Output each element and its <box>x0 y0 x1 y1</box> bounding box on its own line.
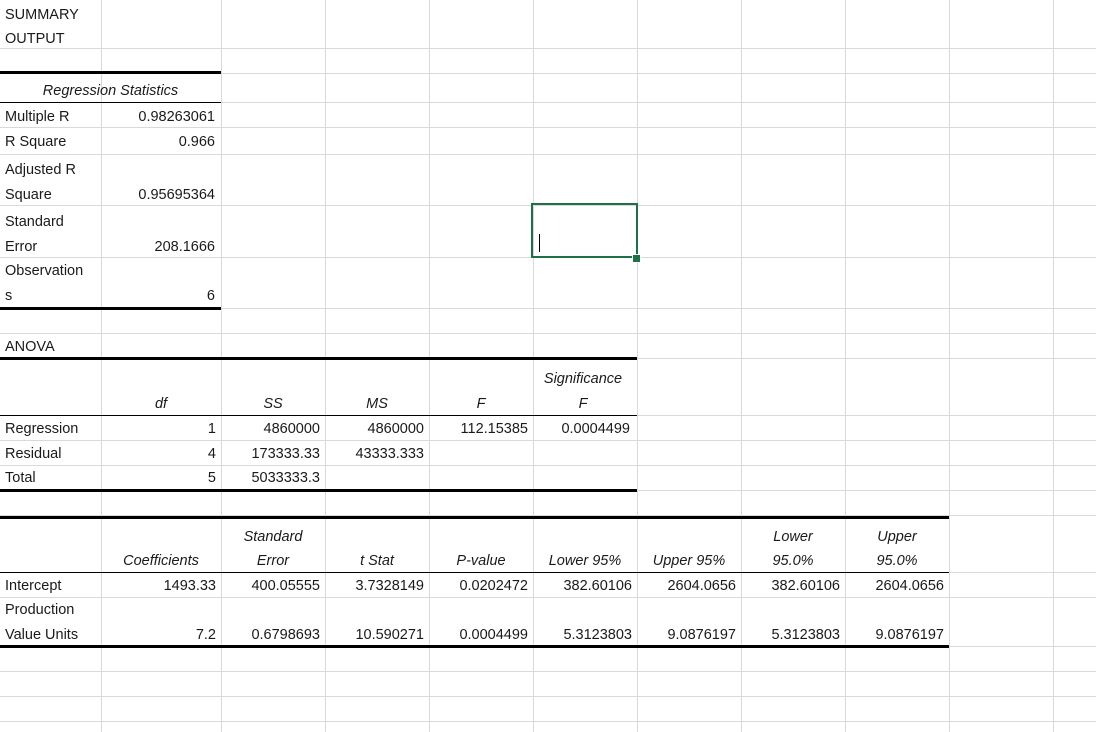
coef-row-production-upper-95: 9.0876197 <box>667 627 736 643</box>
regstats-label-multiple-r: Multiple R <box>5 109 70 125</box>
gridline-horizontal <box>0 333 1096 334</box>
gridline-vertical <box>533 0 534 732</box>
gridline-vertical <box>1053 0 1054 732</box>
coef-row-intercept-coefficient: 1493.33 <box>163 578 216 594</box>
coef-row-intercept-upper-95: 2604.0656 <box>667 578 736 594</box>
gridline-vertical <box>429 0 430 732</box>
anova-row-residual-ms: 43333.333 <box>355 446 424 462</box>
coef-row-intercept-std-error: 400.05555 <box>251 578 320 594</box>
active-cell[interactable] <box>531 203 638 258</box>
summary-title-line1: SUMMARY <box>5 7 79 23</box>
coef-header-rule <box>0 572 949 573</box>
regstats-value-adjusted-r: 0.95695364 <box>138 187 215 203</box>
regstats-value-std-error: 208.1666 <box>154 239 215 255</box>
regstats-label-observations-line1: Observation <box>5 263 84 279</box>
gridline-vertical <box>101 0 102 732</box>
regstats-label-std-error-line1: Standard <box>5 214 64 230</box>
coef-row-production-p-value: 0.0004499 <box>459 627 528 643</box>
anova-row-regression-ss: 4860000 <box>263 421 320 437</box>
anova-header-df: df <box>154 396 168 412</box>
anova-row-regression-label: Regression <box>5 421 79 437</box>
coef-bottom-rule <box>0 645 949 648</box>
text-cursor <box>539 234 540 252</box>
coef-row-production-t-stat: 10.590271 <box>355 627 424 643</box>
gridline-vertical <box>949 0 950 732</box>
regstats-value-observations: 6 <box>206 288 215 304</box>
gridline-horizontal <box>0 465 1096 466</box>
coef-header-upper-950-line2: 95.0% <box>876 553 918 569</box>
anova-row-residual-df: 4 <box>207 446 216 462</box>
coef-row-production-upper-950: 9.0876197 <box>875 627 944 643</box>
summary-title-line2: OUTPUT <box>5 31 65 47</box>
gridline-vertical <box>221 0 222 732</box>
coef-row-production-lower-950: 5.3123803 <box>771 627 840 643</box>
coef-row-intercept-t-stat: 3.7328149 <box>355 578 424 594</box>
anova-header-rule <box>0 415 637 416</box>
regstats-label-observations-line2: s <box>5 288 13 304</box>
coef-header-lower-950-line2: 95.0% <box>772 553 814 569</box>
coef-row-intercept-upper-950: 2604.0656 <box>875 578 944 594</box>
coef-header-p-value: P-value <box>456 553 506 569</box>
anova-row-regression-f: 112.15385 <box>460 421 528 437</box>
coef-header-upper-950-line1: Upper <box>877 529 917 545</box>
coef-header-lower-95: Lower 95% <box>548 553 622 569</box>
anova-row-total-label: Total <box>5 470 36 486</box>
anova-row-regression-ms: 4860000 <box>367 421 424 437</box>
anova-header-significance-line1: Significance <box>543 371 623 387</box>
regstats-value-r-square: 0.966 <box>178 134 215 150</box>
gridline-horizontal <box>0 440 1096 441</box>
coef-row-intercept-lower-95: 382.60106 <box>563 578 632 594</box>
anova-row-total-ss: 5033333.3 <box>251 470 320 486</box>
anova-header-f: F <box>476 396 486 412</box>
coef-row-production-label-line2: Value Units <box>5 627 79 643</box>
anova-top-rule <box>0 357 637 360</box>
anova-bottom-rule <box>0 489 637 492</box>
fill-handle[interactable] <box>632 254 641 263</box>
regstats-bottom-rule <box>0 307 221 310</box>
gridline-vertical <box>845 0 846 732</box>
gridline-horizontal <box>0 671 1096 672</box>
regstats-header: Regression Statistics <box>42 83 179 99</box>
coef-header-coefficients: Coefficients <box>123 553 199 569</box>
gridline-horizontal <box>0 48 1096 49</box>
regstats-header-rule <box>0 102 221 103</box>
coef-header-std-error-line2: Error <box>256 553 290 569</box>
coef-top-rule <box>0 516 949 519</box>
gridline-horizontal <box>0 154 1096 155</box>
regstats-label-std-error-line2: Error <box>5 239 38 255</box>
regstats-label-adjusted-r-line2: Square <box>5 187 52 203</box>
coef-header-lower-950-line1: Lower <box>773 529 813 545</box>
coef-header-upper-95: Upper 95% <box>652 553 726 569</box>
gridline-horizontal <box>0 696 1096 697</box>
coef-row-intercept-label: Intercept <box>5 578 62 594</box>
gridline-vertical <box>637 0 638 732</box>
coef-row-production-std-error: 0.6798693 <box>251 627 320 643</box>
anova-row-residual-label: Residual <box>5 446 62 462</box>
regstats-value-multiple-r: 0.98263061 <box>138 109 215 125</box>
coef-row-intercept-p-value: 0.0202472 <box>459 578 528 594</box>
anova-row-residual-ss: 173333.33 <box>251 446 320 462</box>
coef-row-production-coefficient: 7.2 <box>195 627 216 643</box>
anova-header-ms: MS <box>366 396 388 412</box>
anova-header-significance-line2: F <box>578 396 588 412</box>
gridline-vertical <box>325 0 326 732</box>
regstats-top-rule <box>0 71 221 74</box>
coef-row-production-lower-95: 5.3123803 <box>563 627 632 643</box>
anova-row-regression-significance: 0.0004499 <box>561 421 630 437</box>
anova-row-total-df: 5 <box>207 470 216 486</box>
anova-header-ss: SS <box>263 396 283 412</box>
coef-row-production-label-line1: Production <box>5 602 75 618</box>
anova-row-regression-df: 1 <box>207 421 216 437</box>
coef-header-t-stat: t Stat <box>360 553 394 569</box>
gridline-horizontal <box>0 127 1096 128</box>
gridline-vertical <box>741 0 742 732</box>
regstats-label-adjusted-r-line1: Adjusted R <box>5 162 76 178</box>
gridline-horizontal <box>0 721 1096 722</box>
regstats-label-r-square: R Square <box>5 134 67 150</box>
coef-header-std-error-line1: Standard <box>243 529 303 545</box>
coef-row-intercept-lower-950: 382.60106 <box>771 578 840 594</box>
anova-title: ANOVA <box>5 339 55 355</box>
gridline-horizontal <box>0 597 1096 598</box>
